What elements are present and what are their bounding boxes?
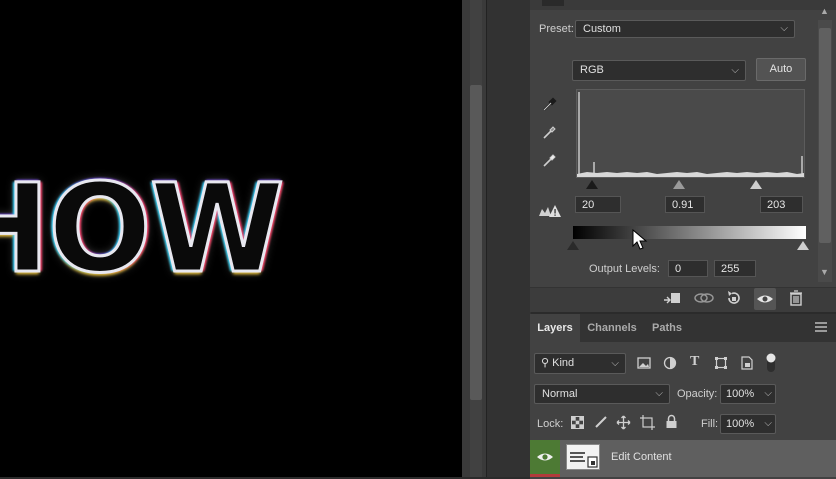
chevron-down-icon: ⌵ (655, 388, 663, 399)
output-levels-label: Output Levels: (589, 263, 660, 275)
blend-mode-dropdown[interactable]: Normal ⌵ (534, 384, 670, 404)
search-icon: ⚲ (541, 357, 550, 369)
opacity-label: Opacity: (677, 388, 718, 400)
tab-layers[interactable]: Layers (530, 314, 580, 342)
gray-point-eyedropper-icon[interactable] (541, 123, 559, 141)
output-white-field[interactable] (714, 260, 756, 277)
canvas-text-art: HOW (0, 158, 286, 300)
reset-icon[interactable] (725, 290, 743, 306)
clipping-warning-icon[interactable] (538, 204, 562, 218)
clip-to-layer-icon[interactable] (662, 290, 682, 306)
canvas-scrollbar-thumb[interactable] (470, 85, 482, 400)
filter-shape-layer-icon[interactable] (714, 356, 728, 370)
chevron-down-icon: ⌵ (611, 358, 619, 369)
trash-icon[interactable] (787, 290, 805, 306)
scroll-up-arrow-icon[interactable]: ▲ (820, 6, 829, 16)
levels-icon (542, 0, 564, 6)
channel-dropdown[interactable]: RGB ⌵ (572, 60, 746, 81)
chevron-down-icon: ⌵ (780, 23, 788, 34)
layer-name[interactable]: Edit Content (611, 451, 672, 463)
lock-label: Lock: (537, 418, 564, 430)
black-point-eyedropper-icon[interactable] (541, 95, 559, 113)
filter-pixel-layer-icon[interactable] (637, 356, 651, 370)
scroll-down-arrow-icon[interactable]: ▼ (820, 267, 829, 277)
filter-smart-object-icon[interactable] (740, 356, 754, 370)
chevron-down-icon: ⌵ (764, 388, 772, 399)
input-black-field[interactable] (575, 196, 621, 213)
input-white-slider[interactable] (750, 180, 762, 189)
fill-field[interactable]: 100% ⌵ (720, 414, 776, 434)
preset-dropdown[interactable]: Custom ⌵ (575, 20, 795, 38)
panel-menu-icon[interactable] (815, 322, 827, 332)
preset-label: Preset: (539, 23, 574, 35)
layer-filter-value: Kind (552, 357, 575, 369)
lock-image-pixels-icon[interactable] (594, 415, 608, 429)
lock-all-icon[interactable] (665, 414, 678, 429)
levels-histogram (576, 89, 805, 178)
properties-panel-header (530, 0, 836, 10)
lock-transparent-pixels-icon[interactable] (571, 416, 584, 429)
input-gamma-slider[interactable] (673, 180, 685, 189)
output-black-field[interactable] (668, 260, 708, 277)
view-previous-state-icon[interactable] (693, 290, 715, 306)
output-black-slider[interactable] (567, 241, 579, 250)
document-canvas[interactable]: HOW (0, 0, 462, 477)
output-levels-gradient (573, 226, 806, 239)
visibility-toggle-icon[interactable] (754, 288, 776, 310)
tab-paths[interactable]: Paths (645, 314, 689, 342)
input-white-field[interactable] (760, 196, 803, 213)
filter-adjustment-layer-icon[interactable] (663, 356, 677, 370)
fill-value: 100% (726, 418, 755, 430)
opacity-field[interactable]: 100% ⌵ (720, 384, 776, 404)
input-gamma-field[interactable] (665, 196, 705, 213)
properties-scrollbar-thumb[interactable] (819, 28, 831, 243)
layer-visibility-toggle[interactable] (530, 440, 560, 477)
opacity-value: 100% (726, 388, 755, 400)
auto-button[interactable]: Auto (756, 58, 806, 81)
layer-thumbnail[interactable] (566, 444, 600, 470)
chevron-down-icon: ⌵ (731, 65, 739, 76)
tab-channels[interactable]: Channels (583, 314, 641, 342)
preset-value: Custom (583, 23, 621, 35)
chevron-down-icon: ⌵ (764, 418, 772, 429)
blend-mode-value: Normal (542, 388, 578, 400)
input-black-slider[interactable] (586, 180, 598, 189)
filter-toggle-switch[interactable] (764, 352, 778, 374)
white-point-eyedropper-icon[interactable] (541, 151, 559, 169)
mouse-cursor-icon (632, 229, 648, 251)
panel-dock-strip (486, 0, 531, 477)
lock-artboard-icon[interactable] (640, 415, 655, 430)
layer-filter-dropdown[interactable]: ⚲ Kind ⌵ (534, 353, 626, 374)
output-white-slider[interactable] (797, 241, 809, 250)
filter-type-layer-icon[interactable]: T (690, 354, 699, 370)
lock-position-icon[interactable] (616, 415, 631, 430)
fill-label: Fill: (701, 418, 719, 430)
channel-value: RGB (580, 64, 604, 76)
